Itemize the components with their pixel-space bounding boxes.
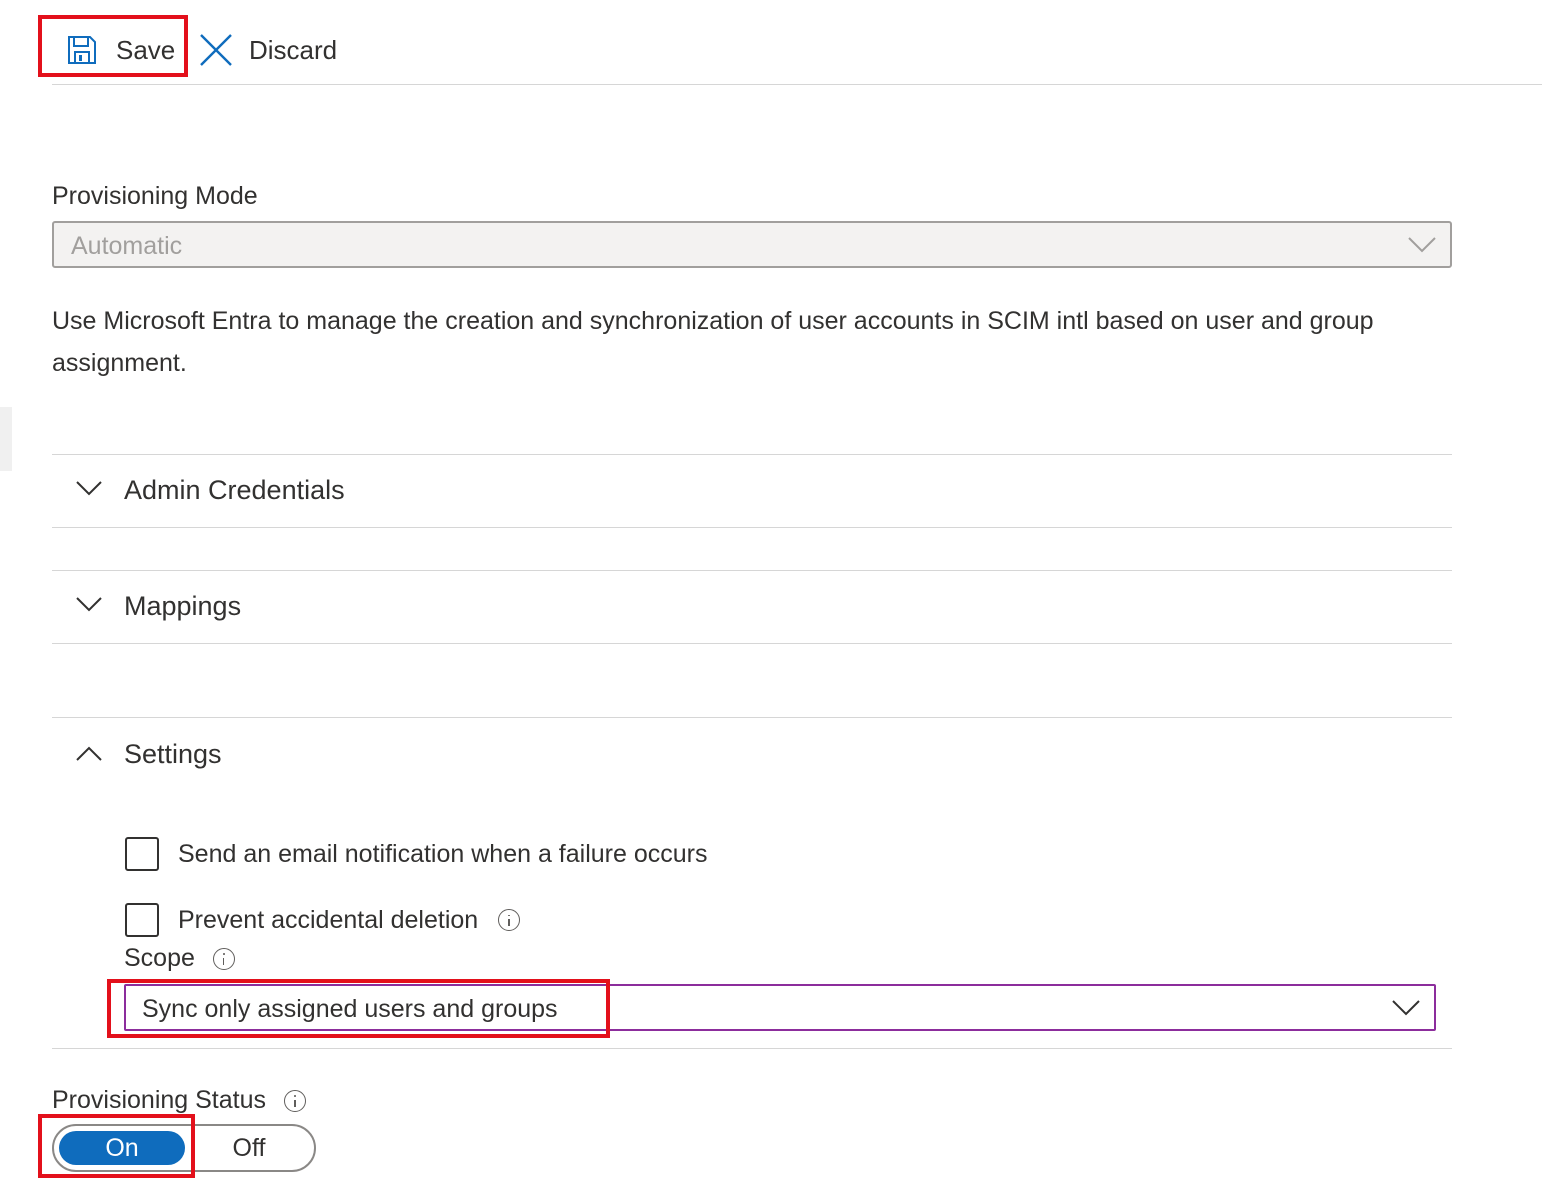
provisioning-status-toggle: On Off — [52, 1124, 316, 1172]
divider — [52, 527, 1452, 528]
discard-button[interactable]: Discard — [199, 30, 337, 70]
chevron-down-icon — [76, 597, 102, 612]
scope-select[interactable]: Sync only assigned users and groups — [124, 984, 1436, 1031]
prevent-deletion-checkbox[interactable] — [125, 903, 159, 937]
chevron-up-icon — [76, 746, 102, 761]
chevron-down-icon — [76, 481, 102, 496]
provisioning-status-label-row: Provisioning Status — [52, 1086, 307, 1115]
info-icon[interactable] — [212, 947, 235, 970]
save-label: Save — [116, 34, 176, 65]
discard-label: Discard — [249, 34, 338, 65]
divider — [52, 717, 1452, 718]
section-admin-credentials[interactable]: Admin Credentials — [52, 455, 1452, 527]
info-icon[interactable] — [284, 1089, 307, 1112]
section-title: Mappings — [124, 591, 242, 621]
info-icon[interactable] — [498, 909, 521, 931]
status-on-button[interactable]: On — [59, 1131, 185, 1165]
toolbar-divider — [52, 84, 1542, 85]
prevent-deletion-row: Prevent accidental deletion — [125, 901, 521, 939]
provisioning-description: Use Microsoft Entra to manage the creati… — [52, 307, 1374, 377]
section-settings[interactable]: Settings — [52, 719, 1452, 791]
section-title: Admin Credentials — [124, 475, 345, 505]
status-off-button[interactable]: Off — [186, 1131, 312, 1165]
prevent-deletion-label: Prevent accidental deletion — [178, 905, 479, 934]
divider — [52, 1048, 1452, 1049]
scope-value: Sync only assigned users and groups — [142, 995, 558, 1023]
provisioning-status-label: Provisioning Status — [52, 1086, 267, 1114]
provisioning-mode-value: Automatic — [71, 232, 183, 260]
provisioning-mode-label: Provisioning Mode — [52, 182, 258, 210]
save-button[interactable]: Save — [66, 30, 175, 70]
save-icon — [66, 34, 98, 66]
scope-label: Scope — [124, 944, 195, 972]
section-mappings[interactable]: Mappings — [52, 571, 1452, 643]
divider — [52, 643, 1452, 644]
email-notification-row: Send an email notification when a failur… — [125, 835, 707, 873]
email-notification-checkbox[interactable] — [125, 837, 159, 871]
left-panel-edge — [0, 407, 12, 471]
scope-label-row: Scope — [124, 944, 235, 973]
close-icon — [199, 33, 233, 67]
chevron-down-icon — [1408, 237, 1436, 258]
provisioning-mode-select: Automatic — [52, 221, 1452, 268]
chevron-down-icon — [1392, 1000, 1420, 1021]
email-notification-label: Send an email notification when a failur… — [178, 839, 708, 868]
section-title: Settings — [124, 739, 222, 769]
